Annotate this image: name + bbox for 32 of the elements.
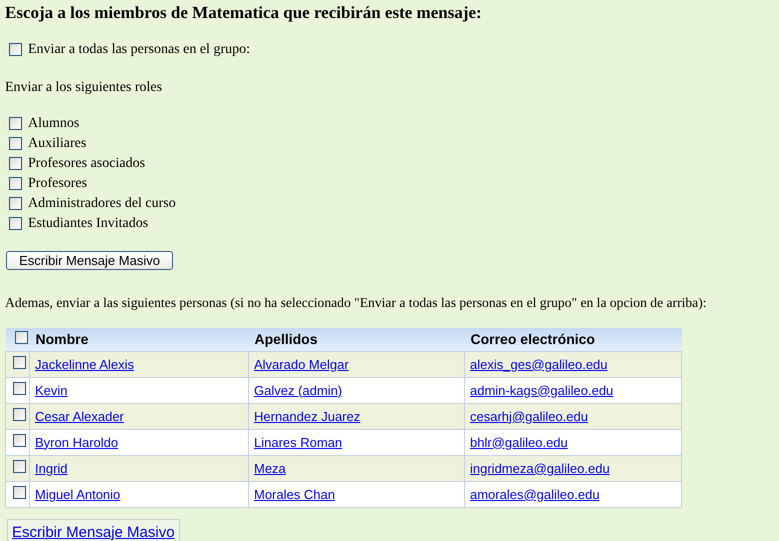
checkbox[interactable] <box>9 196 22 210</box>
checkbox-label: Profesores <box>28 174 88 192</box>
checkbox-label: Auxiliares <box>28 134 86 152</box>
checkbox-label: Profesores asociados <box>28 154 146 172</box>
checkbox[interactable] <box>13 382 26 395</box>
checkbox[interactable] <box>13 434 26 447</box>
person-link[interactable]: Kevin <box>35 382 68 398</box>
person-link[interactable]: Meza <box>254 460 286 476</box>
column-header: Correo electrónico <box>464 328 682 352</box>
checkbox[interactable] <box>9 176 22 190</box>
checkbox-label: Enviar a todas las personas en el grupo: <box>28 40 250 58</box>
checkbox[interactable] <box>13 408 26 421</box>
checkbox-label: Alumnos <box>28 114 80 132</box>
checkbox[interactable] <box>13 486 26 499</box>
roles-label: Enviar a los siguientes roles <box>5 79 164 94</box>
write-message-button[interactable]: Escribir Mensaje Masivo <box>6 251 173 270</box>
checkbox[interactable] <box>9 156 22 170</box>
checkbox[interactable] <box>9 116 22 130</box>
column-header: Nombre <box>30 328 248 352</box>
column-header: Apellidos <box>248 328 464 352</box>
checkbox[interactable] <box>13 460 26 473</box>
checkbox[interactable] <box>9 216 22 230</box>
checkbox-label: Administradores del curso <box>28 194 176 212</box>
checkbox[interactable] <box>13 356 26 369</box>
checkbox[interactable] <box>9 42 22 56</box>
checkbox-label: Estudiantes Invitados <box>28 214 148 232</box>
heading: Escoja a los miembros de Matematica que recibirán este mensaje: <box>5 3 483 23</box>
person-link[interactable]: Ingrid <box>35 460 68 476</box>
people-label: Ademas, enviar a las siguientes personas (si no ha seleccionado "Enviar a todas las personas en el grupo" en la opcion de arriba): <box>5 294 708 312</box>
checkbox[interactable] <box>14 330 28 344</box>
checkbox[interactable] <box>9 136 22 150</box>
write-message-link[interactable]: Escribir Mensaje Masivo <box>7 518 180 541</box>
